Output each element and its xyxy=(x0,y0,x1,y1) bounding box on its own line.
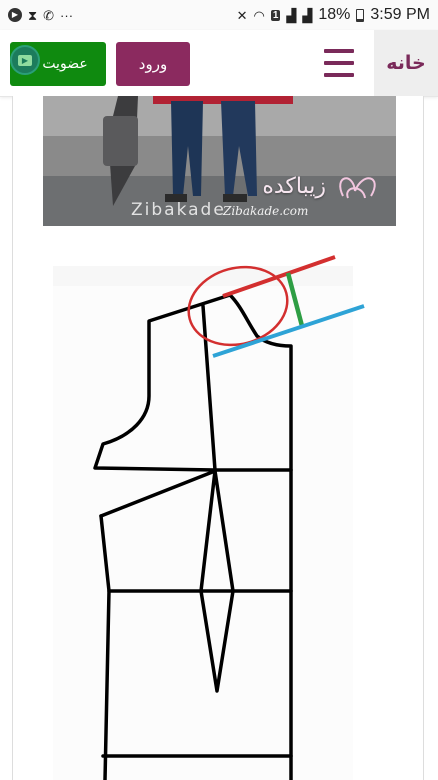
sim-badge: 1 xyxy=(270,9,281,21)
battery-percent: 18% xyxy=(318,6,351,23)
hourglass-icon: ⧗ xyxy=(28,7,38,23)
home-label: خانه xyxy=(386,52,426,74)
signal-icon: ▟ xyxy=(286,7,297,23)
menu-icon[interactable] xyxy=(324,49,354,77)
login-label: ورود xyxy=(138,55,168,73)
top-navbar: عضویت ▶ ورود خانه xyxy=(0,30,438,97)
join-label: عضویت xyxy=(42,56,88,72)
more-notifications: ··· xyxy=(60,7,74,23)
article-photo: زیباکده Zibakade Zibakade.com xyxy=(43,96,396,226)
login-button[interactable]: ورود xyxy=(116,42,190,86)
pattern-diagram xyxy=(33,255,413,780)
article-content: زیباکده Zibakade Zibakade.com xyxy=(12,96,424,780)
status-left: ▶ ⧗ ✆ ··· xyxy=(8,8,73,22)
status-bar: ▶ ⧗ ✆ ··· ✕ ◠ 1 ▟ ▟ 18% 3:59 PM xyxy=(0,0,438,30)
play-overlay-icon[interactable]: ▶ xyxy=(10,45,40,75)
mute-icon: ✕ xyxy=(236,7,248,23)
battery-icon xyxy=(356,8,365,22)
status-right: ✕ ◠ 1 ▟ ▟ 18% 3:59 PM xyxy=(237,6,430,24)
watermark: زیباکده Zibakade Zibakade.com xyxy=(43,96,396,226)
play-icon: ▶ xyxy=(8,8,22,22)
home-link[interactable]: خانه xyxy=(374,30,438,96)
clock: 3:59 PM xyxy=(370,6,430,23)
watermark-url: Zibakade.com xyxy=(223,204,309,218)
wifi-icon: ◠ xyxy=(253,7,265,23)
whatsapp-icon: ✆ xyxy=(43,7,55,23)
watermark-persian: زیباکده xyxy=(262,174,326,199)
signal-icon-2: ▟ xyxy=(302,7,313,23)
watermark-latin: Zibakade xyxy=(131,200,226,220)
